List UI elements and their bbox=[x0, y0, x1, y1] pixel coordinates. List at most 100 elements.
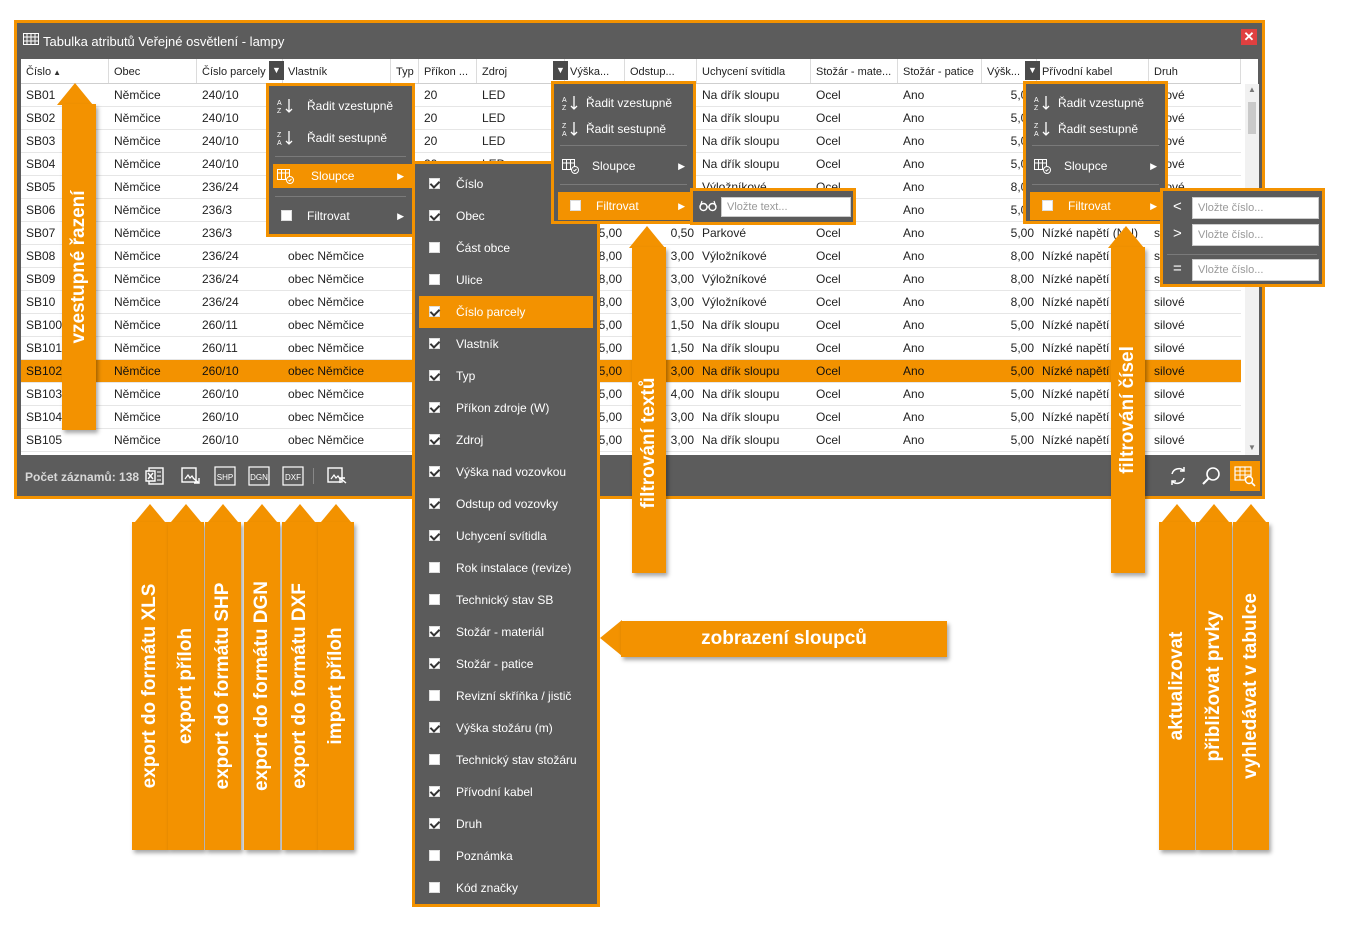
column-toggle-item[interactable]: Kód značky bbox=[415, 872, 595, 904]
column-toggle-item[interactable]: Druh bbox=[415, 808, 595, 840]
export-shp-icon[interactable]: SHP bbox=[213, 464, 237, 488]
export-dxf-icon[interactable]: DXF bbox=[281, 464, 305, 488]
column-checkbox[interactable] bbox=[429, 434, 440, 445]
column-checkbox[interactable] bbox=[429, 594, 440, 605]
menu-sort-desc[interactable]: ZA Řadit sestupně bbox=[269, 126, 412, 150]
column-toggle-item[interactable]: Výška stožáru (m) bbox=[415, 712, 595, 744]
column-checkbox[interactable] bbox=[429, 562, 440, 573]
close-icon[interactable]: ✕ bbox=[1241, 29, 1257, 45]
column-checkbox[interactable] bbox=[429, 658, 440, 669]
column-toggle-item[interactable]: Technický stav stožáru bbox=[415, 744, 595, 776]
column-header[interactable]: Odstup... bbox=[625, 59, 697, 83]
table-row[interactable]: SB104Němčice260/10obec Němčice70Výbojka5… bbox=[21, 406, 1241, 429]
column-checkbox[interactable] bbox=[429, 338, 440, 349]
number-filter-greater-input[interactable]: Vložte číslo... bbox=[1192, 224, 1319, 246]
table-row[interactable]: SB103Němčice260/10obec Němčice70Výbojka5… bbox=[21, 383, 1241, 406]
column-checkbox[interactable] bbox=[429, 178, 440, 189]
export-attachments-icon[interactable] bbox=[179, 464, 203, 488]
less-than-operator[interactable]: < bbox=[1173, 198, 1182, 215]
scroll-down-icon[interactable]: ▼ bbox=[1245, 442, 1259, 454]
column-checkbox[interactable] bbox=[429, 690, 440, 701]
column-checkbox[interactable] bbox=[429, 818, 440, 829]
column-toggle-item[interactable]: Příkon zdroje (W) bbox=[415, 392, 595, 424]
menu-sort-asc[interactable]: AZ Řadit vzestupně bbox=[1026, 91, 1165, 115]
column-toggle-item[interactable]: Uchycení svítidla bbox=[415, 520, 595, 552]
column-checkbox[interactable] bbox=[429, 242, 440, 253]
column-checkbox[interactable] bbox=[429, 530, 440, 541]
column-header[interactable]: Číslo ▲ bbox=[21, 59, 109, 83]
filter-checkbox[interactable] bbox=[281, 210, 292, 221]
table-row[interactable]: SB100Němčice260/11obec Němčice70Výbojka5… bbox=[21, 314, 1241, 337]
column-toggle-item[interactable]: Stožár - patice bbox=[415, 648, 595, 680]
table-row[interactable]: SB101Němčice260/11obec Němčice70Výbojka5… bbox=[21, 337, 1241, 360]
column-checkbox[interactable] bbox=[429, 754, 440, 765]
column-header[interactable]: Vlastník bbox=[283, 59, 391, 83]
column-toggle-item[interactable]: Vlastník bbox=[415, 328, 595, 360]
text-filter-input[interactable]: Vložte text... bbox=[721, 197, 851, 217]
filter-checkbox[interactable] bbox=[1042, 200, 1053, 211]
column-checkbox[interactable] bbox=[429, 850, 440, 861]
column-toggle-item[interactable]: Stožár - materiál bbox=[415, 616, 595, 648]
menu-columns[interactable]: Sloupce ▶ bbox=[554, 154, 693, 178]
column-header[interactable]: Druh bbox=[1149, 59, 1241, 83]
column-checkbox[interactable] bbox=[429, 210, 440, 221]
column-header[interactable]: Typ bbox=[391, 59, 419, 83]
column-header[interactable]: Zdroj bbox=[477, 59, 565, 83]
table-row[interactable]: SB09Němčice236/24obec Němčice125Výbojka8… bbox=[21, 268, 1241, 291]
menu-columns[interactable]: Sloupce ▶ bbox=[273, 164, 412, 188]
menu-sort-desc[interactable]: ZA Řadit sestupně bbox=[554, 117, 693, 141]
refresh-icon[interactable] bbox=[1166, 464, 1190, 488]
column-header[interactable]: Stožár - mate... bbox=[811, 59, 898, 83]
column-toggle-item[interactable]: Výška nad vozovkou bbox=[415, 456, 595, 488]
table-row[interactable]: SB10Němčice236/24obec Němčice125Výbojka8… bbox=[21, 291, 1241, 314]
number-filter-less-input[interactable]: Vložte číslo... bbox=[1192, 197, 1319, 219]
table-row[interactable]: SB102Němčice260/10obec Němčice70Výbojka5… bbox=[21, 360, 1241, 383]
table-row[interactable]: SB105Němčice260/10obec Němčice70Výbojka5… bbox=[21, 429, 1241, 452]
column-toggle-item[interactable]: Poznámka bbox=[415, 840, 595, 872]
column-toggle-item[interactable]: Číslo parcely bbox=[419, 296, 593, 328]
column-checkbox[interactable] bbox=[429, 626, 440, 637]
column-checkbox[interactable] bbox=[429, 274, 440, 285]
table-row[interactable]: SB08Němčice236/24obec Němčice125Výbojka8… bbox=[21, 245, 1241, 268]
column-checkbox[interactable] bbox=[429, 402, 440, 413]
column-header[interactable]: Obec bbox=[109, 59, 197, 83]
column-checkbox[interactable] bbox=[429, 466, 440, 477]
menu-filter[interactable]: Filtrovat ▶ bbox=[269, 204, 412, 228]
column-toggle-item[interactable]: Odstup od vozovky bbox=[415, 488, 595, 520]
menu-sort-asc[interactable]: AZ Řadit vzestupně bbox=[554, 91, 693, 115]
column-checkbox[interactable] bbox=[429, 786, 440, 797]
column-toggle-item[interactable]: Rok instalace (revize) bbox=[415, 552, 595, 584]
import-attachments-icon[interactable] bbox=[325, 464, 349, 488]
export-dgn-icon[interactable]: DGN bbox=[247, 464, 271, 488]
column-checkbox[interactable] bbox=[429, 882, 440, 893]
menu-sort-asc[interactable]: AZ Řadit vzestupně bbox=[269, 94, 412, 118]
column-toggle-item[interactable]: Typ bbox=[415, 360, 595, 392]
zoom-icon[interactable] bbox=[1200, 464, 1224, 488]
column-header[interactable]: Stožár - patice bbox=[898, 59, 982, 83]
menu-columns[interactable]: Sloupce ▶ bbox=[1026, 154, 1165, 178]
column-header[interactable]: Přívodní kabel bbox=[1037, 59, 1149, 83]
column-header[interactable]: Výška... bbox=[565, 59, 625, 83]
table-search-button[interactable] bbox=[1230, 461, 1260, 491]
column-header[interactable]: Příkon ... bbox=[419, 59, 477, 83]
column-menu-button-height[interactable]: ▼ bbox=[1025, 61, 1040, 80]
equals-operator[interactable]: = bbox=[1173, 260, 1182, 277]
column-checkbox[interactable] bbox=[429, 498, 440, 509]
export-xls-icon[interactable] bbox=[144, 464, 168, 488]
scrollbar-thumb[interactable] bbox=[1248, 102, 1256, 134]
menu-sort-desc[interactable]: ZA Řadit sestupně bbox=[1026, 117, 1165, 141]
scroll-up-icon[interactable]: ▲ bbox=[1245, 84, 1259, 96]
filter-checkbox[interactable] bbox=[570, 200, 581, 211]
column-toggle-item[interactable]: Ulice bbox=[415, 264, 595, 296]
column-toggle-item[interactable]: Zdroj bbox=[415, 424, 595, 456]
menu-filter[interactable]: Filtrovat ▶ bbox=[1030, 192, 1165, 220]
column-checkbox[interactable] bbox=[429, 370, 440, 381]
column-toggle-item[interactable]: Technický stav SB bbox=[415, 584, 595, 616]
column-toggle-item[interactable]: Revizní skříňka / jistič bbox=[415, 680, 595, 712]
column-header[interactable]: Uchycení svítidla bbox=[697, 59, 811, 83]
column-menu-button-parcel[interactable]: ▼ bbox=[269, 61, 284, 80]
column-menu-button-source[interactable]: ▼ bbox=[553, 61, 568, 80]
column-toggle-item[interactable]: Část obce bbox=[415, 232, 595, 264]
greater-than-operator[interactable]: > bbox=[1173, 225, 1182, 242]
column-checkbox[interactable] bbox=[429, 306, 440, 317]
